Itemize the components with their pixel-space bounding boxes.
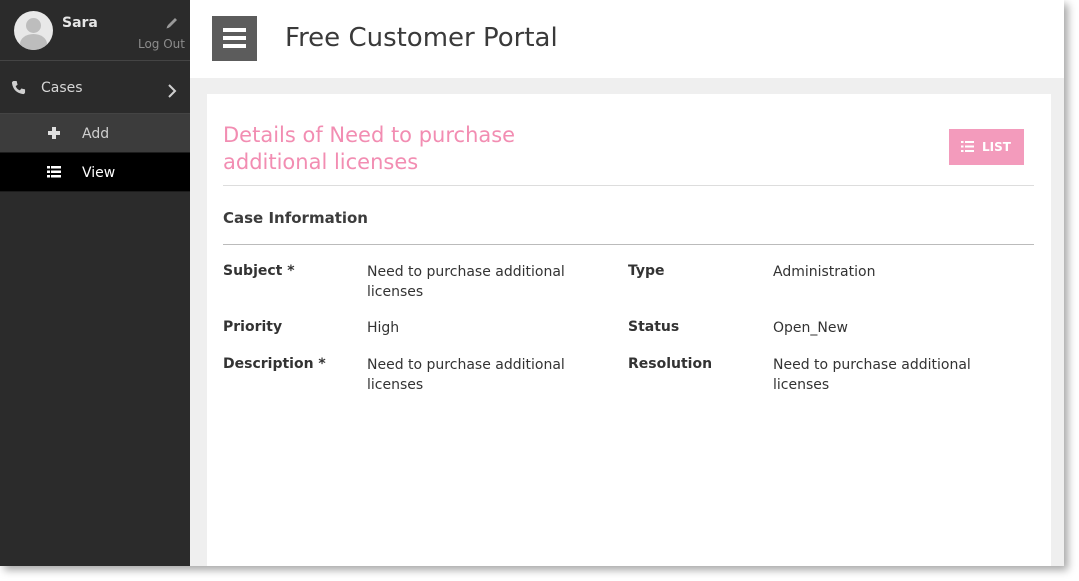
resolution-value: Need to purchase additional licenses: [773, 357, 971, 393]
sidebar: Sara Log Out Cases Add View: [0, 0, 190, 566]
type-value: Administration: [773, 264, 876, 280]
logout-link[interactable]: Log Out: [138, 37, 185, 51]
list-icon: [47, 166, 61, 178]
avatar-head: [26, 18, 41, 33]
status-value: Open_New: [773, 320, 848, 336]
case-details-panel: Details of Need to purchase additional l…: [207, 94, 1051, 566]
hamburger-bar: [223, 28, 246, 32]
top-header: Free Customer Portal: [190, 0, 1064, 78]
phone-icon: [11, 80, 26, 95]
user-panel: Sara Log Out: [0, 0, 190, 61]
hamburger-bar: [223, 44, 246, 48]
sidebar-item-label: Cases: [41, 80, 83, 96]
hamburger-menu-button[interactable]: [212, 16, 257, 61]
section-title: Case Information: [223, 209, 368, 227]
app-title: Free Customer Portal: [285, 23, 558, 53]
avatar[interactable]: [14, 11, 53, 50]
sidebar-item-view[interactable]: View: [0, 153, 190, 192]
status-label: Status: [628, 319, 680, 335]
subject-label: Subject *: [223, 263, 295, 279]
resolution-label: Resolution: [628, 356, 713, 372]
chevron-right-icon: [168, 84, 177, 98]
description-value: Need to purchase additional licenses: [367, 357, 565, 393]
sidebar-item-cases[interactable]: Cases: [0, 61, 190, 114]
plus-icon: [48, 127, 60, 139]
hamburger-bar: [223, 36, 246, 40]
list-button-label: LIST: [982, 140, 1011, 154]
divider: [223, 244, 1034, 245]
page-title: Details of Need to purchase additional l…: [223, 123, 516, 174]
avatar-body: [20, 34, 47, 50]
list-button[interactable]: LIST: [949, 129, 1024, 165]
priority-value: High: [367, 320, 400, 336]
subject-value: Need to purchase additional licenses: [367, 264, 565, 300]
list-icon: [961, 141, 974, 152]
priority-label: Priority: [223, 319, 283, 335]
username: Sara: [62, 15, 98, 31]
app-window: Sara Log Out Cases Add View Free Custome…: [0, 0, 1064, 566]
pencil-icon[interactable]: [165, 16, 179, 30]
type-label: Type: [628, 263, 665, 279]
sidebar-item-label: Add: [82, 126, 110, 142]
sidebar-item-label: View: [82, 165, 116, 181]
description-label: Description *: [223, 356, 326, 372]
sidebar-item-add[interactable]: Add: [0, 114, 190, 153]
divider: [223, 185, 1034, 186]
